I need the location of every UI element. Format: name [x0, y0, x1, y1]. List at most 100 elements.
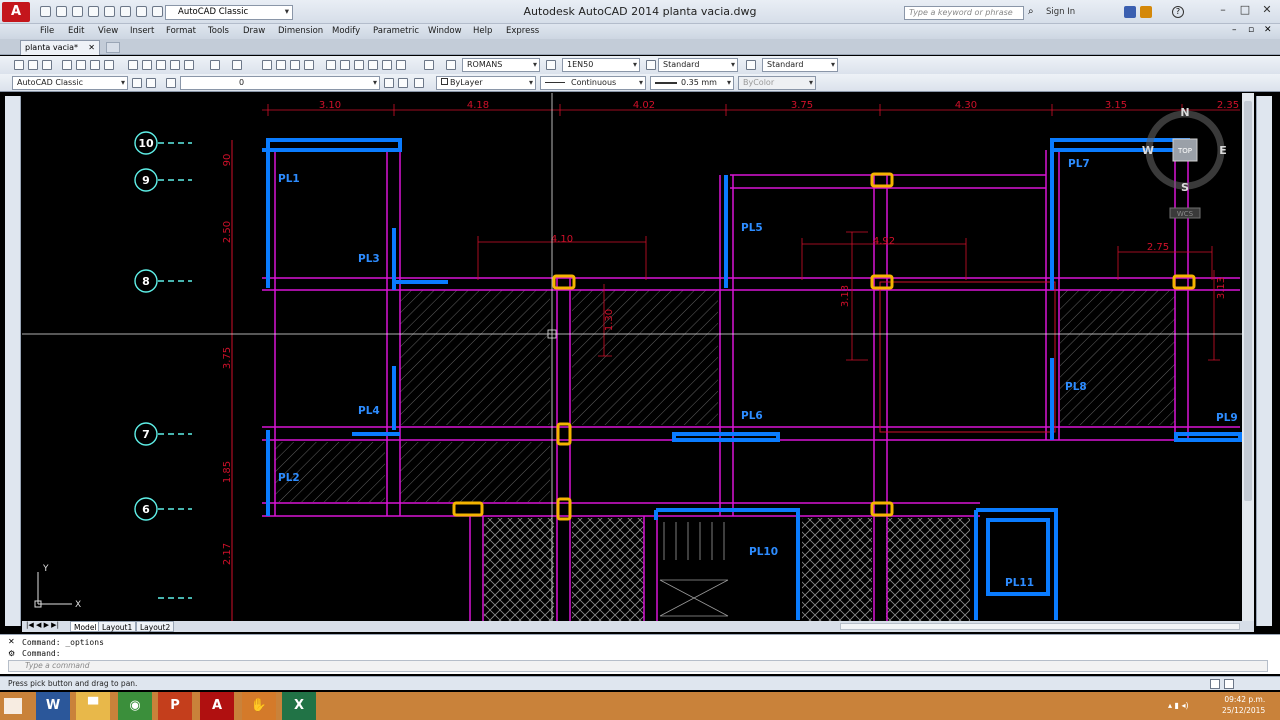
viewcube-west-label[interactable]: W [1142, 144, 1154, 157]
system-clock[interactable]: 09:42 p.m. 25/12/2015 [1222, 694, 1265, 716]
command-close-icon[interactable]: ✕ [8, 637, 15, 646]
system-tray-icon[interactable]: ▴ ▮ ◂) [1168, 701, 1208, 711]
menu-tools[interactable]: Tools [208, 25, 229, 38]
layer-properties-icon[interactable] [166, 78, 176, 88]
layer-previous-icon[interactable] [398, 78, 408, 88]
workspace-select[interactable]: AutoCAD Classic [165, 5, 293, 20]
minimize-button[interactable]: – [1214, 3, 1232, 19]
new-tab-icon[interactable] [106, 42, 120, 53]
help-icon[interactable]: ? [1172, 6, 1184, 18]
menu-format[interactable]: Format [166, 25, 196, 38]
publish-icon[interactable] [90, 60, 100, 70]
multileader-style-icon[interactable] [746, 60, 756, 70]
text-style-icon[interactable] [446, 60, 456, 70]
menu-draw[interactable]: Draw [243, 25, 265, 38]
tab-layout2[interactable]: Layout2 [136, 621, 175, 632]
3d-dwf-icon[interactable] [104, 60, 114, 70]
menu-parametric[interactable]: Parametric [373, 25, 419, 38]
command-input[interactable]: Type a command [8, 660, 1268, 672]
open-icon[interactable] [56, 6, 67, 17]
viewcube-east-label[interactable]: E [1219, 144, 1227, 157]
status-tray-icon[interactable] [1210, 679, 1220, 689]
pan-icon[interactable] [262, 60, 272, 70]
hand-icon[interactable]: ✋ [242, 692, 276, 720]
redo-icon[interactable] [136, 6, 147, 17]
lineweight-select[interactable]: 0.35 mm [650, 76, 734, 90]
tab-layout1[interactable]: Layout1 [98, 621, 137, 632]
menu-insert[interactable]: Insert [130, 25, 154, 38]
vertical-scroll-thumb[interactable] [1244, 101, 1252, 501]
menu-view[interactable]: View [98, 25, 118, 38]
chrome-icon[interactable]: ◉ [118, 692, 152, 720]
plot-preview-icon[interactable] [76, 60, 86, 70]
word-icon[interactable]: W [36, 692, 70, 720]
powerpoint-icon[interactable]: P [158, 692, 192, 720]
text-style-select[interactable]: ROMANS [462, 58, 540, 72]
menu-window[interactable]: Window [428, 25, 462, 38]
quickcalc-icon[interactable] [396, 60, 406, 70]
menu-edit[interactable]: Edit [68, 25, 84, 38]
search-icon[interactable]: ⌕ [1028, 6, 1040, 18]
menu-restore-icon[interactable]: ▫ [1248, 25, 1254, 35]
explorer-icon[interactable]: ▀ [76, 692, 110, 720]
sign-in-link[interactable]: Sign In [1046, 7, 1075, 17]
plot-icon[interactable] [104, 6, 115, 17]
drawing-canvas[interactable]: 3.10 4.18 4.02 3.75 4.30 3.15 2.35 4.10 … [22, 93, 1254, 621]
new-icon[interactable] [40, 6, 51, 17]
windows-start-icon[interactable] [4, 698, 22, 714]
menu-express[interactable]: Express [506, 25, 539, 38]
color-select[interactable]: ByLayer [436, 76, 536, 90]
save-tb-icon[interactable] [42, 60, 52, 70]
document-tab[interactable]: planta vacia* ✕ [20, 40, 100, 55]
block-editor-icon[interactable] [184, 60, 194, 70]
exchange-icon[interactable] [1124, 6, 1136, 18]
sheet-set-icon[interactable] [368, 60, 378, 70]
horizontal-scrollbar[interactable] [840, 623, 1240, 630]
vertical-scrollbar[interactable] [1242, 93, 1254, 621]
design-center-icon[interactable] [340, 60, 350, 70]
match-properties-icon[interactable] [170, 60, 180, 70]
search-input[interactable]: Type a keyword or phrase [904, 6, 1024, 20]
layer-state-icon[interactable] [414, 78, 424, 88]
status-tray-icon[interactable] [1224, 679, 1234, 689]
tab-nav-icon[interactable]: |◀ ◀ ▶ ▶| [26, 621, 59, 629]
workspace-toolbar-select[interactable]: AutoCAD Classic [12, 76, 128, 90]
paste-icon[interactable] [156, 60, 166, 70]
plot-style-select[interactable]: ByColor [738, 76, 816, 90]
qnew-icon[interactable] [14, 60, 24, 70]
zoom-previous-icon[interactable] [304, 60, 314, 70]
workspace-settings-icon[interactable] [132, 78, 142, 88]
excel-icon[interactable]: X [282, 692, 316, 720]
autocad-icon[interactable]: A [200, 692, 234, 720]
menu-dimension[interactable]: Dimension [278, 25, 323, 38]
multileader-style-select[interactable]: Standard [762, 58, 838, 72]
autocad-logo-icon[interactable]: A [2, 2, 30, 22]
help-tb-icon[interactable] [424, 60, 434, 70]
undo-icon[interactable] [120, 6, 131, 17]
close-tab-icon[interactable]: ✕ [88, 41, 95, 54]
markup-icon[interactable] [382, 60, 392, 70]
workspace-save-icon[interactable] [146, 78, 156, 88]
dim-style-select[interactable]: 1EN50 [562, 58, 640, 72]
viewcube-south-label[interactable]: S [1181, 181, 1189, 194]
plot-tb-icon[interactable] [62, 60, 72, 70]
zoom-realtime-icon[interactable] [276, 60, 286, 70]
tab-model[interactable]: Model [70, 621, 101, 632]
properties-icon[interactable] [326, 60, 336, 70]
menu-minimize-icon[interactable]: – [1232, 25, 1237, 35]
save-icon[interactable] [72, 6, 83, 17]
dim-style-icon[interactable] [546, 60, 556, 70]
viewcube[interactable]: TOP N S E W WCS [1142, 106, 1227, 219]
workspace-gear-icon[interactable] [152, 6, 163, 17]
redo-tb-icon[interactable] [232, 60, 242, 70]
tool-palettes-icon[interactable] [354, 60, 364, 70]
menu-help[interactable]: Help [473, 25, 492, 38]
save-as-icon[interactable] [88, 6, 99, 17]
command-settings-icon[interactable]: ⚙ [8, 649, 15, 658]
table-style-icon[interactable] [646, 60, 656, 70]
undo-tb-icon[interactable] [210, 60, 220, 70]
table-style-select[interactable]: Standard [658, 58, 738, 72]
layer-select[interactable]: 0 [180, 76, 380, 90]
viewcube-north-label[interactable]: N [1180, 106, 1189, 119]
open-tb-icon[interactable] [28, 60, 38, 70]
